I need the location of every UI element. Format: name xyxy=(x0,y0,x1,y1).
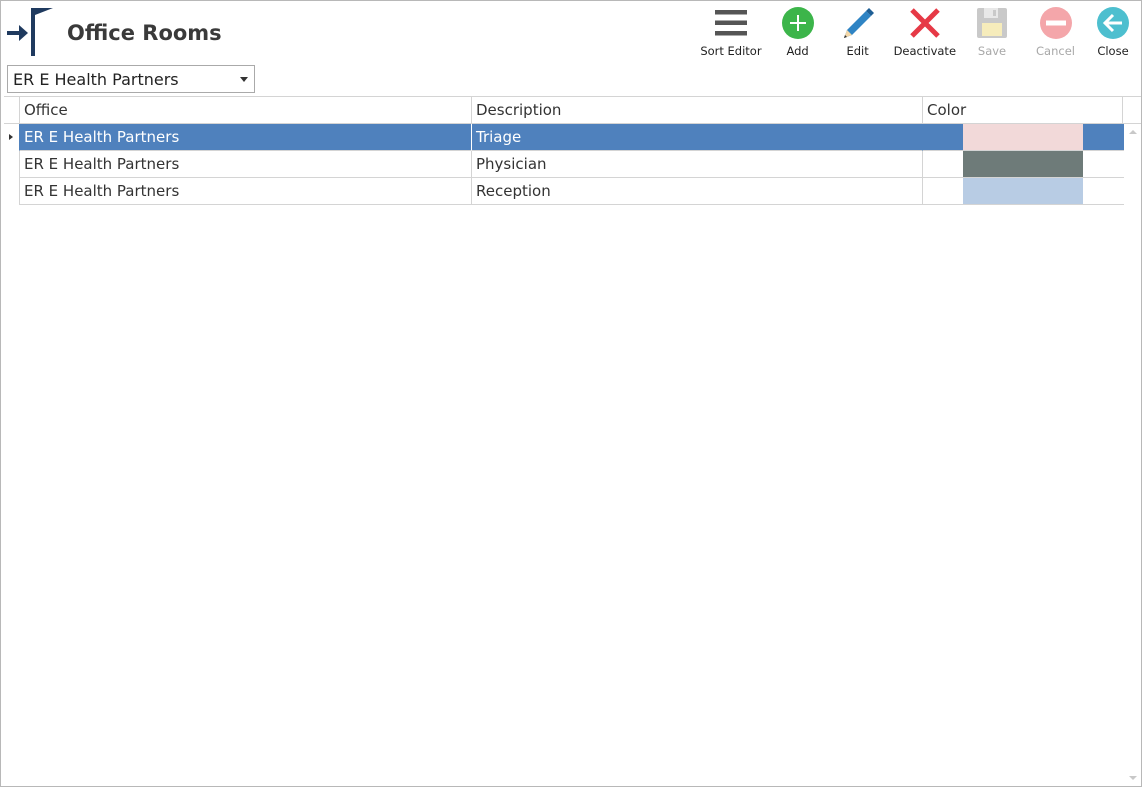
column-header-office[interactable]: Office xyxy=(19,97,471,123)
page-title: Office Rooms xyxy=(67,21,222,45)
cell-color[interactable] xyxy=(922,124,1124,151)
pencil-icon xyxy=(840,5,876,41)
cell-office[interactable]: ER E Health Partners xyxy=(19,124,471,151)
grid-header: Office Description Color xyxy=(4,97,1141,124)
color-swatch xyxy=(963,151,1083,177)
add-button[interactable]: Add xyxy=(768,5,828,61)
sort-editor-label: Sort Editor xyxy=(700,44,762,58)
cancel-label: Cancel xyxy=(1036,44,1075,58)
scroll-down-icon[interactable] xyxy=(1129,776,1137,780)
table-row[interactable]: ER E Health Partners Reception xyxy=(4,178,1124,205)
color-swatch xyxy=(963,124,1083,150)
cell-description[interactable]: Physician xyxy=(471,151,922,178)
office-rooms-window: Office Rooms Sort Editor Add Edit Deacti… xyxy=(0,0,1142,787)
cancel-button[interactable]: Cancel xyxy=(1022,5,1089,61)
toolbar: Sort Editor Add Edit Deactivate Save Can… xyxy=(694,5,1137,61)
plus-circle-icon xyxy=(780,5,816,41)
chevron-down-icon[interactable] xyxy=(240,77,248,82)
edit-button[interactable]: Edit xyxy=(828,5,888,61)
office-select[interactable]: ER E Health Partners xyxy=(7,65,255,93)
cell-color[interactable] xyxy=(922,151,1124,178)
close-button[interactable]: Close xyxy=(1089,5,1137,61)
current-row-indicator-icon xyxy=(9,134,13,140)
back-arrow-circle-icon xyxy=(1095,5,1131,41)
cell-description[interactable]: Reception xyxy=(471,178,922,205)
app-logo-icon xyxy=(5,6,57,58)
cell-office[interactable]: ER E Health Partners xyxy=(19,178,471,205)
column-header-description[interactable]: Description xyxy=(471,97,922,123)
table-row[interactable]: ER E Health Partners Triage xyxy=(4,124,1124,151)
rooms-grid: Office Description Color ER E Health Par… xyxy=(4,96,1141,787)
hamburger-icon xyxy=(713,5,749,41)
floppy-disk-icon xyxy=(974,5,1010,41)
x-icon xyxy=(907,5,943,41)
column-header-color[interactable]: Color xyxy=(922,97,1123,123)
deactivate-label: Deactivate xyxy=(893,44,957,58)
add-label: Add xyxy=(786,44,809,58)
save-button[interactable]: Save xyxy=(962,5,1022,61)
cell-description[interactable]: Triage xyxy=(471,124,922,151)
cell-color[interactable] xyxy=(922,178,1124,205)
minus-circle-icon xyxy=(1038,5,1074,41)
save-label: Save xyxy=(977,44,1007,58)
close-label: Close xyxy=(1097,44,1129,58)
office-select-value: ER E Health Partners xyxy=(13,69,179,89)
table-row[interactable]: ER E Health Partners Physician xyxy=(4,151,1124,178)
sort-editor-button[interactable]: Sort Editor xyxy=(694,5,767,61)
deactivate-button[interactable]: Deactivate xyxy=(888,5,962,61)
cell-office[interactable]: ER E Health Partners xyxy=(19,151,471,178)
color-swatch xyxy=(963,178,1083,204)
vertical-scrollbar[interactable] xyxy=(1126,124,1141,786)
edit-label: Edit xyxy=(846,44,869,58)
scroll-up-icon[interactable] xyxy=(1129,130,1137,134)
